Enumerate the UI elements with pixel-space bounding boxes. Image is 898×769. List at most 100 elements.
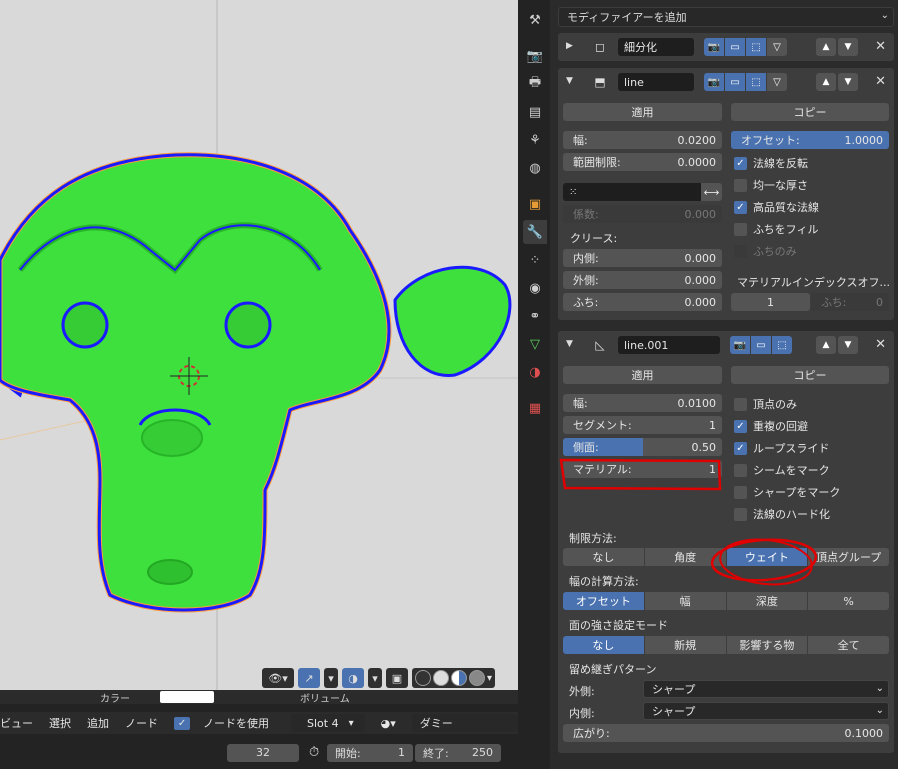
thickness-field[interactable]: 幅: 0.0200 (563, 131, 722, 149)
material-name-field[interactable]: ダミー (411, 714, 518, 732)
color-swatch[interactable] (160, 691, 214, 703)
outer-miter-dropdown[interactable]: シャープ ⌄ (643, 680, 889, 698)
high-quality-normals-checkbox[interactable]: ✓ 高品質な法線 (734, 199, 819, 215)
bevel-width-field[interactable]: 幅: 0.0100 (563, 394, 722, 412)
add-modifier-dropdown[interactable]: モディファイアーを追加 ⌄ (558, 7, 894, 27)
cage-icon[interactable]: ▽ (767, 38, 787, 56)
monitor-icon[interactable]: ▭ (725, 38, 745, 56)
tool-icon[interactable]: ⚒ (523, 8, 547, 32)
physics-icon[interactable]: ◉ (523, 276, 547, 300)
modifier-name-field[interactable]: line.001 (618, 336, 720, 354)
cage-icon[interactable]: ▽ (767, 73, 787, 91)
even-thickness-checkbox[interactable]: 均一な厚さ (734, 177, 808, 193)
invert-vertex-group-button[interactable]: ⟷ (701, 183, 722, 201)
camera-icon[interactable]: 📷 (704, 73, 724, 91)
gizmo-toggle[interactable]: ↗ (298, 668, 320, 688)
face-strength-all-option[interactable]: 全て (808, 636, 889, 654)
move-up-icon[interactable]: ▲ (816, 38, 836, 56)
constraints-icon[interactable]: ⚭ (523, 304, 547, 328)
visibility-dropdown[interactable]: 👁▾ (262, 668, 294, 688)
face-strength-new-option[interactable]: 新規 (644, 636, 726, 654)
width-offset-option[interactable]: オフセット (563, 592, 644, 610)
view-layer-icon[interactable]: ▤ (523, 100, 547, 124)
face-strength-affected-option[interactable]: 影響する物 (726, 636, 808, 654)
mark-sharp-checkbox[interactable]: シャープをマーク (734, 484, 840, 500)
editmode-icon[interactable]: ⬚ (772, 336, 792, 354)
overlay-dropdown[interactable]: ▾ (368, 668, 382, 688)
copy-button[interactable]: コピー (731, 366, 889, 384)
limit-angle-option[interactable]: 角度 (644, 548, 726, 566)
3d-viewport[interactable]: 👁▾ ↗ ▾ ◑ ▾ ▣ ▾ (0, 0, 518, 690)
spread-field[interactable]: 広がり: 0.1000 (563, 724, 889, 742)
overlay-toggle[interactable]: ◑ (342, 668, 364, 688)
profile-slider[interactable]: 側面: 0.50 (563, 438, 722, 456)
expand-icon[interactable]: ▶ (566, 41, 573, 51)
fill-rim-checkbox[interactable]: ふちをフィル (734, 221, 818, 237)
modifier-name-field[interactable]: 細分化 (618, 38, 694, 56)
modifier-subdivision-header[interactable]: ▶ ◻ 細分化 📷 ▭ ⬚ ▽ ▲ ▼ ✕ (558, 33, 894, 61)
close-icon[interactable]: ✕ (875, 74, 886, 89)
move-up-icon[interactable]: ▲ (816, 73, 836, 91)
width-percent-option[interactable]: % (808, 592, 889, 610)
start-frame-field[interactable]: 開始: 1 (327, 743, 413, 762)
menu-view[interactable]: ビュー (0, 715, 41, 731)
camera-icon[interactable]: 📷 (704, 38, 724, 56)
move-down-icon[interactable]: ▼ (838, 38, 858, 56)
monitor-icon[interactable]: ▭ (751, 336, 771, 354)
vertex-group-field[interactable]: ⁙ (563, 183, 701, 201)
wireframe-shading-icon[interactable] (415, 670, 431, 686)
close-icon[interactable]: ✕ (875, 337, 886, 352)
crease-rim-field[interactable]: ふち: 0.000 (563, 293, 722, 311)
scene-icon[interactable]: ⚘ (523, 128, 547, 152)
width-width-option[interactable]: 幅 (644, 592, 726, 610)
particles-icon[interactable]: ⁘ (523, 248, 547, 272)
collapse-icon[interactable]: ▼ (566, 339, 573, 349)
render-icon[interactable]: 📷 (523, 44, 547, 68)
modifier-name-field[interactable]: line (618, 73, 694, 91)
gizmo-dropdown[interactable]: ▾ (324, 668, 338, 688)
material-offset-field[interactable]: 1 (731, 293, 810, 311)
editmode-icon[interactable]: ⬚ (746, 38, 766, 56)
copy-button[interactable]: コピー (731, 103, 889, 121)
menu-node[interactable]: ノード (117, 715, 166, 731)
camera-icon[interactable]: 📷 (730, 336, 750, 354)
material-icon[interactable]: ◑ (523, 360, 547, 384)
world-icon[interactable]: ◍ (523, 156, 547, 180)
editmode-icon[interactable]: ⬚ (746, 73, 766, 91)
object-icon[interactable]: ▣ (523, 192, 547, 216)
slot-dropdown[interactable]: Slot 4 ▾ (291, 714, 365, 732)
modifier-bevel-header[interactable]: ▼ ◺ line.001 📷 ▭ ⬚ ▲ ▼ ✕ (558, 331, 894, 359)
rendered-shading-icon[interactable] (469, 670, 485, 686)
material-shading-icon[interactable] (451, 670, 467, 686)
width-depth-option[interactable]: 深度 (726, 592, 808, 610)
limit-weight-option[interactable]: ウェイト (726, 548, 808, 566)
bevel-material-field[interactable]: マテリアル: 1 (563, 460, 722, 478)
move-up-icon[interactable]: ▲ (816, 336, 836, 354)
material-browse[interactable]: ◕▾ (365, 717, 412, 730)
solid-shading-icon[interactable] (433, 670, 449, 686)
menu-select[interactable]: 選択 (41, 715, 79, 731)
end-frame-field[interactable]: 終了: 250 (415, 743, 501, 762)
vertices-only-checkbox[interactable]: 頂点のみ (734, 396, 797, 412)
close-icon[interactable]: ✕ (875, 39, 886, 54)
stopwatch-icon[interactable]: ⏱ (309, 745, 319, 760)
loop-slide-checkbox[interactable]: ✓ ループスライド (734, 440, 829, 456)
output-icon[interactable]: 🖶 (523, 72, 547, 96)
apply-button[interactable]: 適用 (563, 103, 722, 121)
face-strength-none-option[interactable]: なし (563, 636, 644, 654)
modifier-icon[interactable]: 🔧 (523, 220, 547, 244)
mark-seam-checkbox[interactable]: シームをマーク (734, 462, 830, 478)
inner-miter-dropdown[interactable]: シャープ ⌄ (643, 702, 889, 720)
harden-normals-checkbox[interactable]: 法線のハード化 (734, 506, 830, 522)
clamp-field[interactable]: 範囲制限: 0.0000 (563, 153, 722, 171)
monitor-icon[interactable]: ▭ (725, 73, 745, 91)
move-down-icon[interactable]: ▼ (838, 73, 858, 91)
texture-icon[interactable]: ▦ (523, 396, 547, 420)
apply-button[interactable]: 適用 (563, 366, 722, 384)
current-frame-field[interactable]: 32 (227, 743, 299, 762)
limit-vertex-group-option[interactable]: 頂点グループ (808, 548, 889, 566)
crease-outer-field[interactable]: 外側: 0.000 (563, 271, 722, 289)
offset-field[interactable]: オフセット: 1.0000 (731, 131, 889, 149)
chevron-down-icon[interactable]: ▾ (487, 673, 492, 684)
collapse-icon[interactable]: ▼ (566, 76, 573, 86)
